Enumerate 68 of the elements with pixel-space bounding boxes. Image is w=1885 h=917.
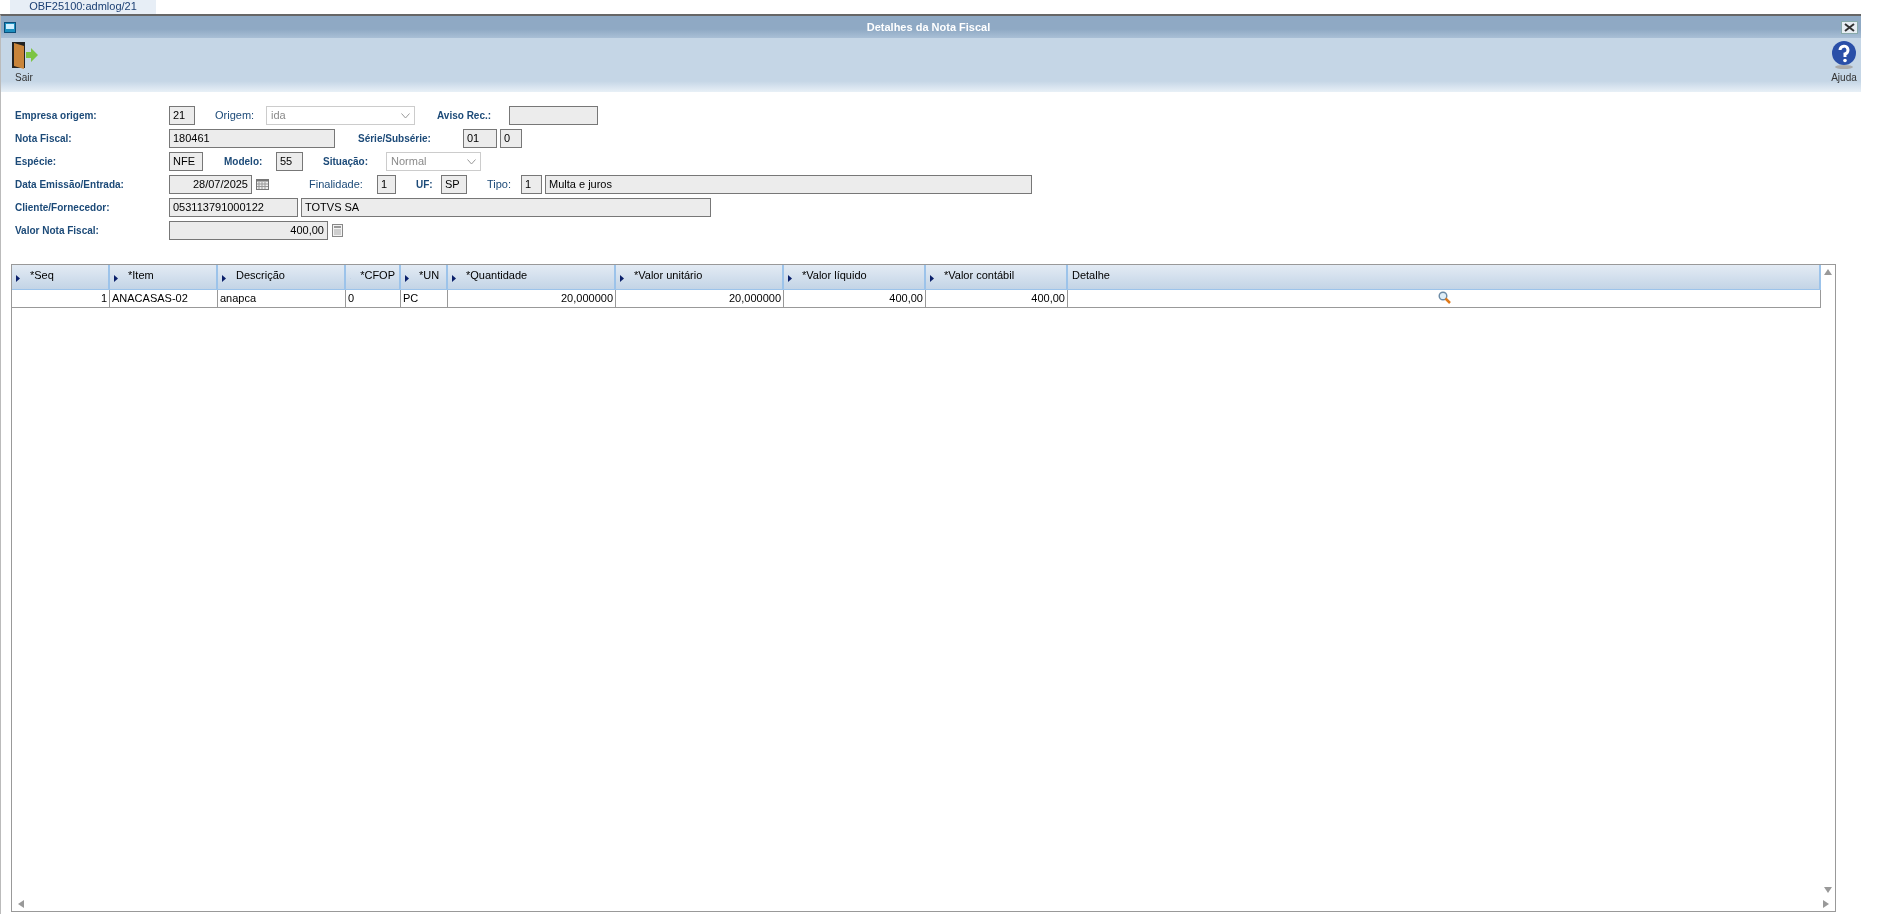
table-cell: 400,00 xyxy=(784,290,926,307)
help-button[interactable]: Ajuda xyxy=(1831,40,1857,92)
column-header[interactable]: Descrição xyxy=(218,265,346,289)
table-cell: 0 xyxy=(346,290,401,307)
input-field[interactable]: 55 xyxy=(276,152,303,171)
field-label: Espécie: xyxy=(15,155,58,169)
field-label: Modelo: xyxy=(224,155,264,169)
dropdown-field: ida xyxy=(266,106,415,125)
column-header[interactable]: *Valor contábil xyxy=(926,265,1068,289)
column-header[interactable]: *Item xyxy=(110,265,218,289)
chevron-icon xyxy=(467,158,476,165)
table-cell: anapca xyxy=(218,290,346,307)
calculator-icon[interactable] xyxy=(332,224,343,237)
field-label: UF: xyxy=(416,178,434,192)
document-tab[interactable]: OBF25100:admlog/21 xyxy=(10,0,156,14)
table-cell: PC xyxy=(401,290,448,307)
calendar-icon[interactable] xyxy=(256,179,269,190)
door-icon xyxy=(9,40,39,70)
field-label: Finalidade: xyxy=(309,177,364,193)
column-header[interactable]: Detalhe xyxy=(1068,265,1821,289)
dropdown-field: Normal xyxy=(386,152,481,171)
column-header[interactable]: *Valor unitário xyxy=(616,265,784,289)
column-header[interactable]: *CFOP xyxy=(346,265,401,289)
input-field[interactable]: NFE xyxy=(169,152,203,171)
field-label: Empresa origem: xyxy=(15,109,98,123)
field-label: Cliente/Fornecedor: xyxy=(15,201,111,215)
input-field[interactable]: 1 xyxy=(377,175,396,194)
input-field[interactable]: 053113791000122 xyxy=(169,198,298,217)
input-field[interactable]: Multa e juros xyxy=(545,175,1032,194)
help-icon xyxy=(1831,40,1857,70)
window-title: Detalhes da Nota Fiscal xyxy=(865,19,992,35)
chevron-icon xyxy=(401,112,410,119)
input-field[interactable]: 28/07/2025 xyxy=(169,175,252,194)
input-field[interactable] xyxy=(509,106,598,125)
input-field[interactable]: 400,00 xyxy=(169,221,328,240)
table-cell: 400,00 xyxy=(926,290,1068,307)
input-field[interactable]: 0 xyxy=(500,129,522,148)
scroll-left-icon[interactable] xyxy=(18,900,24,908)
input-field[interactable]: 01 xyxy=(463,129,497,148)
input-field[interactable]: 180461 xyxy=(169,129,335,148)
close-button[interactable] xyxy=(1841,20,1858,34)
scroll-up-icon[interactable] xyxy=(1824,269,1832,275)
scroll-right-icon[interactable] xyxy=(1823,900,1829,908)
field-label: Tipo: xyxy=(487,177,513,193)
field-label: Valor Nota Fiscal: xyxy=(15,224,100,238)
field-label: Situação: xyxy=(323,155,369,169)
column-header[interactable]: *Valor líquido xyxy=(784,265,926,289)
window-icon xyxy=(4,21,16,33)
input-field[interactable]: 21 xyxy=(169,106,195,125)
input-field[interactable]: TOTVS SA xyxy=(301,198,711,217)
table-cell: 1 xyxy=(12,290,110,307)
field-label: Série/Subsérie: xyxy=(358,132,432,146)
field-label: Aviso Rec.: xyxy=(437,109,493,123)
column-header[interactable]: *Quantidade xyxy=(448,265,616,289)
column-header[interactable]: *Seq xyxy=(12,265,110,289)
close-icon xyxy=(1844,22,1855,32)
table-cell: 20,000000 xyxy=(448,290,616,307)
input-field[interactable]: 1 xyxy=(521,175,542,194)
search-icon[interactable] xyxy=(1437,291,1451,304)
scroll-down-icon[interactable] xyxy=(1824,887,1832,893)
field-label: Origem: xyxy=(215,108,256,124)
field-label: Data Emissão/Entrada: xyxy=(15,178,125,192)
input-field[interactable]: SP xyxy=(441,175,467,194)
table-cell: 20,000000 xyxy=(616,290,784,307)
exit-button[interactable]: Sair xyxy=(9,40,39,92)
table-cell: ANACASAS-02 xyxy=(110,290,218,307)
column-header[interactable]: *UN xyxy=(401,265,448,289)
field-label: Nota Fiscal: xyxy=(15,132,73,146)
